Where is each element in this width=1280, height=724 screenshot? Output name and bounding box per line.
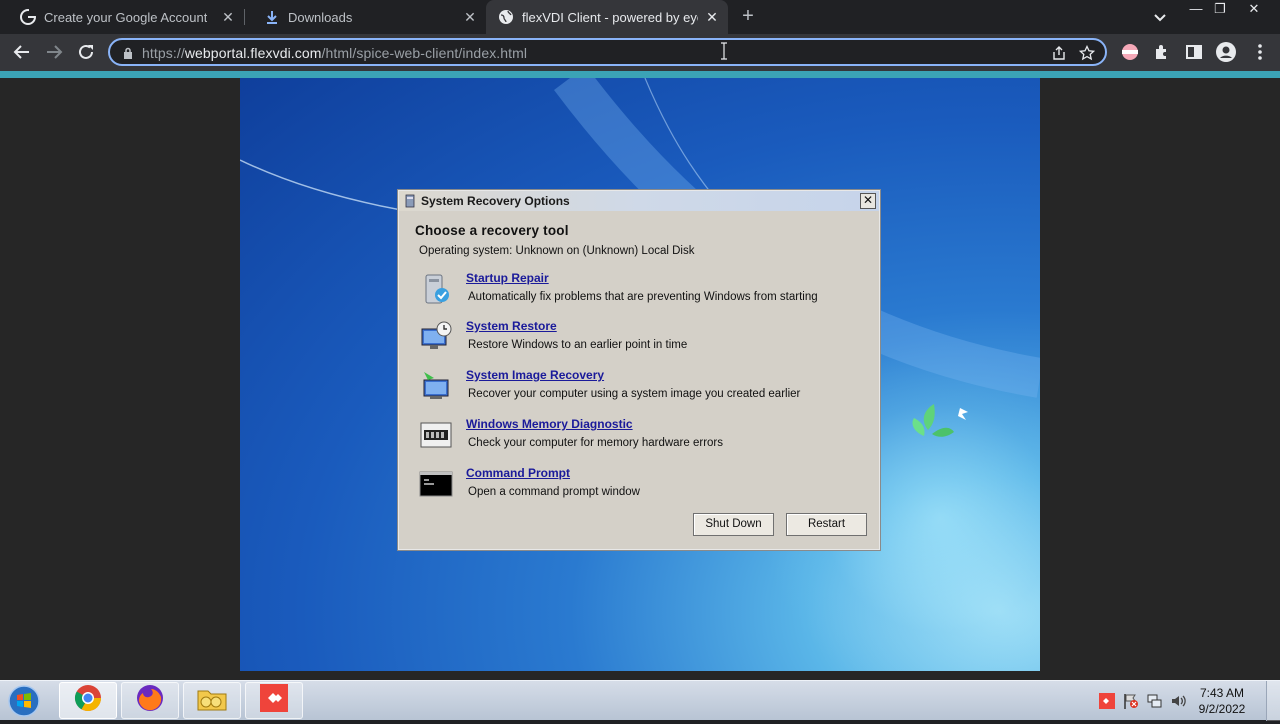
chrome-icon: [73, 683, 103, 718]
tool-system-restore: System Restore Restore Windows to an ear…: [418, 319, 858, 359]
lock-icon[interactable]: [122, 46, 134, 59]
firefox-icon: [135, 683, 165, 718]
tool-system-image-recovery: System Image Recovery Recover your compu…: [418, 368, 858, 408]
wallpaper-leaves: [912, 404, 968, 437]
minimize-button[interactable]: —: [1183, 0, 1209, 20]
command-prompt-link[interactable]: Command Prompt: [466, 466, 570, 480]
new-tab-button[interactable]: +: [738, 6, 758, 27]
system-image-recovery-link[interactable]: System Image Recovery: [466, 368, 604, 382]
taskbar-anydesk[interactable]: [245, 682, 303, 719]
forward-icon[interactable]: [44, 42, 64, 62]
system-recovery-dialog: System Recovery Options ✕ Choose a recov…: [397, 189, 881, 551]
file-explorer-icon: [196, 683, 228, 718]
volume-icon[interactable]: [1171, 693, 1187, 709]
globe-icon: [498, 9, 514, 25]
address-bar[interactable]: https://webportal.flexvdi.com/html/spice…: [108, 38, 1107, 66]
taskbar: 7:43 AM 9/2/2022: [0, 680, 1280, 721]
side-panel-icon[interactable]: [1184, 42, 1204, 62]
restore-button[interactable]: ❐: [1207, 0, 1233, 20]
action-center-flag-icon[interactable]: [1123, 693, 1139, 709]
url-text: https://webportal.flexvdi.com/html/spice…: [142, 45, 528, 61]
restart-button[interactable]: Restart: [786, 513, 867, 536]
profile-theme-icon[interactable]: [1120, 42, 1140, 62]
memory-diagnostic-icon: [418, 417, 454, 453]
profile-avatar-icon[interactable]: [1216, 42, 1236, 62]
clock-time: 7:43 AM: [1199, 686, 1245, 700]
system-image-recovery-icon: [418, 368, 454, 404]
clock-date: 9/2/2022: [1198, 702, 1246, 716]
page-accent-bar: [0, 71, 1280, 78]
show-desktop-button[interactable]: [1266, 681, 1280, 721]
tab-flexvdi[interactable]: flexVDI Client - powered by eyeOS ✕: [486, 0, 728, 34]
network-icon[interactable]: [1147, 693, 1163, 709]
system-restore-icon: [418, 319, 454, 355]
taskbar-firefox[interactable]: [121, 682, 179, 719]
tab-strip: Create your Google Account ✕ Downloads ✕…: [0, 0, 1280, 34]
operating-system-line: Operating system: Unknown on (Unknown) L…: [419, 245, 695, 257]
tool-memory-diagnostic: Windows Memory Diagnostic Check your com…: [418, 417, 858, 457]
tool-startup-repair: Startup Repair Automatically fix problem…: [418, 271, 858, 311]
shut-down-button[interactable]: Shut Down: [693, 513, 774, 536]
taskbar-chrome[interactable]: [59, 682, 117, 719]
recovery-app-icon: [403, 194, 417, 208]
system-restore-link[interactable]: System Restore: [466, 319, 557, 333]
google-icon: [20, 9, 36, 25]
tab-search-icon[interactable]: [1152, 9, 1168, 25]
dialog-close-button[interactable]: ✕: [860, 193, 876, 209]
memory-diagnostic-link[interactable]: Windows Memory Diagnostic: [466, 417, 633, 431]
reload-icon[interactable]: [76, 42, 96, 62]
dialog-heading: Choose a recovery tool: [415, 223, 569, 238]
back-icon[interactable]: [12, 42, 32, 62]
command-prompt-icon: [418, 466, 454, 502]
extensions-icon[interactable]: [1152, 42, 1172, 62]
tab-google-account[interactable]: Create your Google Account ✕: [0, 0, 244, 34]
tool-command-prompt: Command Prompt Open a command prompt win…: [418, 466, 858, 506]
startup-repair-link[interactable]: Startup Repair: [466, 271, 549, 285]
taskbar-explorer[interactable]: [183, 682, 241, 719]
bookmark-star-icon[interactable]: [1078, 44, 1096, 66]
start-button[interactable]: [4, 683, 44, 719]
close-window-button[interactable]: ✕: [1241, 0, 1267, 20]
close-tab-icon[interactable]: ✕: [704, 9, 720, 25]
text-cursor-icon: [721, 42, 727, 60]
system-clock[interactable]: 7:43 AM 9/2/2022: [1192, 685, 1252, 717]
share-icon[interactable]: [1051, 45, 1067, 66]
anydesk-icon: [259, 683, 289, 718]
startup-repair-icon: [418, 271, 454, 307]
download-icon: [264, 9, 280, 25]
dialog-title-bar[interactable]: System Recovery Options ✕: [399, 191, 879, 211]
browser-toolbar: https://webportal.flexvdi.com/html/spice…: [0, 34, 1280, 71]
close-tab-icon[interactable]: ✕: [220, 9, 236, 25]
menu-icon[interactable]: [1250, 42, 1270, 62]
tab-downloads[interactable]: Downloads ✕: [244, 0, 486, 34]
tray-anydesk-icon[interactable]: [1099, 693, 1115, 709]
close-tab-icon[interactable]: ✕: [462, 9, 478, 25]
